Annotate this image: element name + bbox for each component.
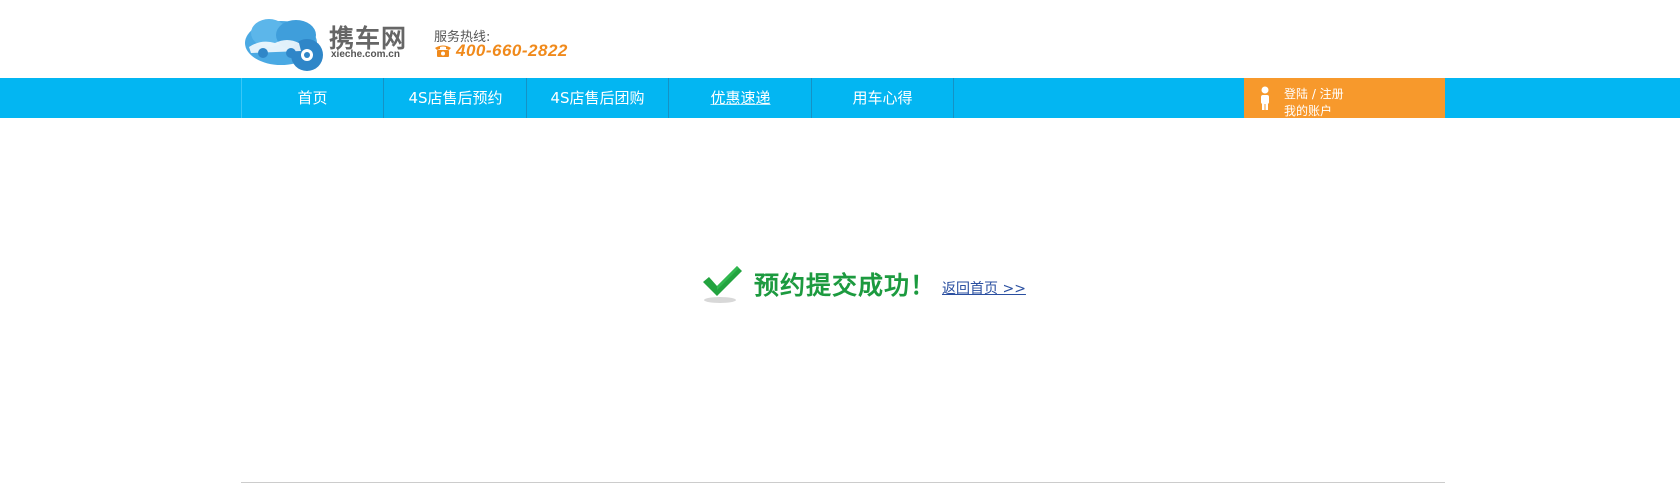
nav-item-deals[interactable]: 优惠速递 xyxy=(670,78,812,118)
nav-item-4s-group-buy[interactable]: 4S店售后团购 xyxy=(527,78,669,118)
nav-item-label: 用车心得 xyxy=(852,89,913,107)
nav-item-4s-booking[interactable]: 4S店售后预约 xyxy=(385,78,527,118)
login-register-link[interactable]: 登陆 / 注册 xyxy=(1284,85,1344,102)
account-panel: 登陆 / 注册 我的账户 xyxy=(1244,78,1445,118)
back-to-home-link[interactable]: 返回首页 >> xyxy=(942,278,1026,298)
my-account-link[interactable]: 我的账户 xyxy=(1284,102,1332,119)
logo-domain: xieche.com.cn xyxy=(331,49,400,60)
page: 携车网 xieche.com.cn 服务热线: 400-660-2822 首页 … xyxy=(0,0,1680,483)
hotline-number: 400-660-2822 xyxy=(456,41,568,60)
nav-item-label: 4S店售后预约 xyxy=(408,89,503,107)
nav-item-label: 首页 xyxy=(297,89,328,107)
site-logo[interactable]: 携车网 xieche.com.cn xyxy=(241,13,421,73)
success-text: 预约提交成功！ xyxy=(754,271,937,300)
success-message-row: 预约提交成功！ 返回首页 >> xyxy=(700,262,1026,306)
phone-icon xyxy=(435,45,451,57)
cloud-car-logo-icon xyxy=(245,19,323,71)
checkmark-icon xyxy=(703,266,742,303)
main-nav: 首页 4S店售后预约 4S店售后团购 优惠速递 用车心得 登陆 / 注册 我的账… xyxy=(0,78,1680,118)
person-icon xyxy=(1261,86,1269,110)
nav-item-car-tips[interactable]: 用车心得 xyxy=(812,78,954,118)
nav-item-label: 优惠速递 xyxy=(710,89,771,107)
nav-item-label: 4S店售后团购 xyxy=(550,89,645,107)
hotline: 400-660-2822 xyxy=(434,40,568,62)
nav-item-home[interactable]: 首页 xyxy=(242,78,384,118)
